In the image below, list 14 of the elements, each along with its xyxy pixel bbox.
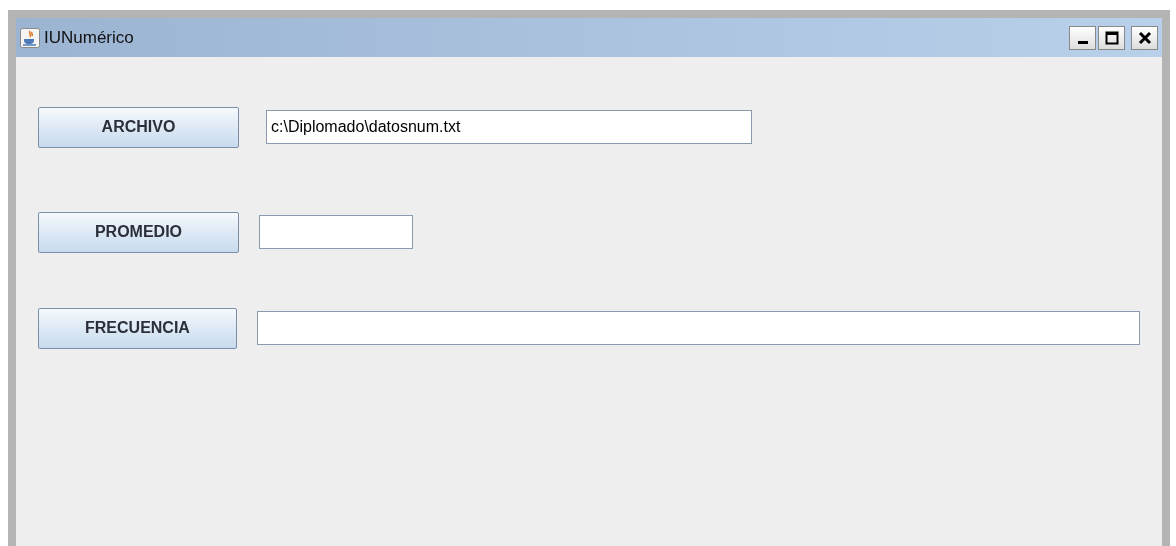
text-field[interactable] [259, 215, 413, 249]
minimize-icon [1077, 40, 1088, 44]
close-icon [1137, 30, 1152, 45]
maximize-button[interactable] [1098, 25, 1125, 50]
action-button[interactable]: ARCHIVO [38, 106, 239, 148]
action-button[interactable]: FRECUENCIA [38, 307, 237, 349]
action-button[interactable]: PROMEDIO [38, 211, 239, 253]
close-button[interactable] [1131, 25, 1158, 50]
minimize-button[interactable] [1069, 25, 1096, 50]
maximize-icon [1104, 30, 1119, 45]
window-title: IUNumérico [44, 27, 135, 48]
coffee-cup-icon [20, 27, 40, 48]
text-field[interactable]: c:\Diplomado\datosnum.txt [266, 110, 752, 144]
text-field[interactable] [256, 311, 1140, 345]
